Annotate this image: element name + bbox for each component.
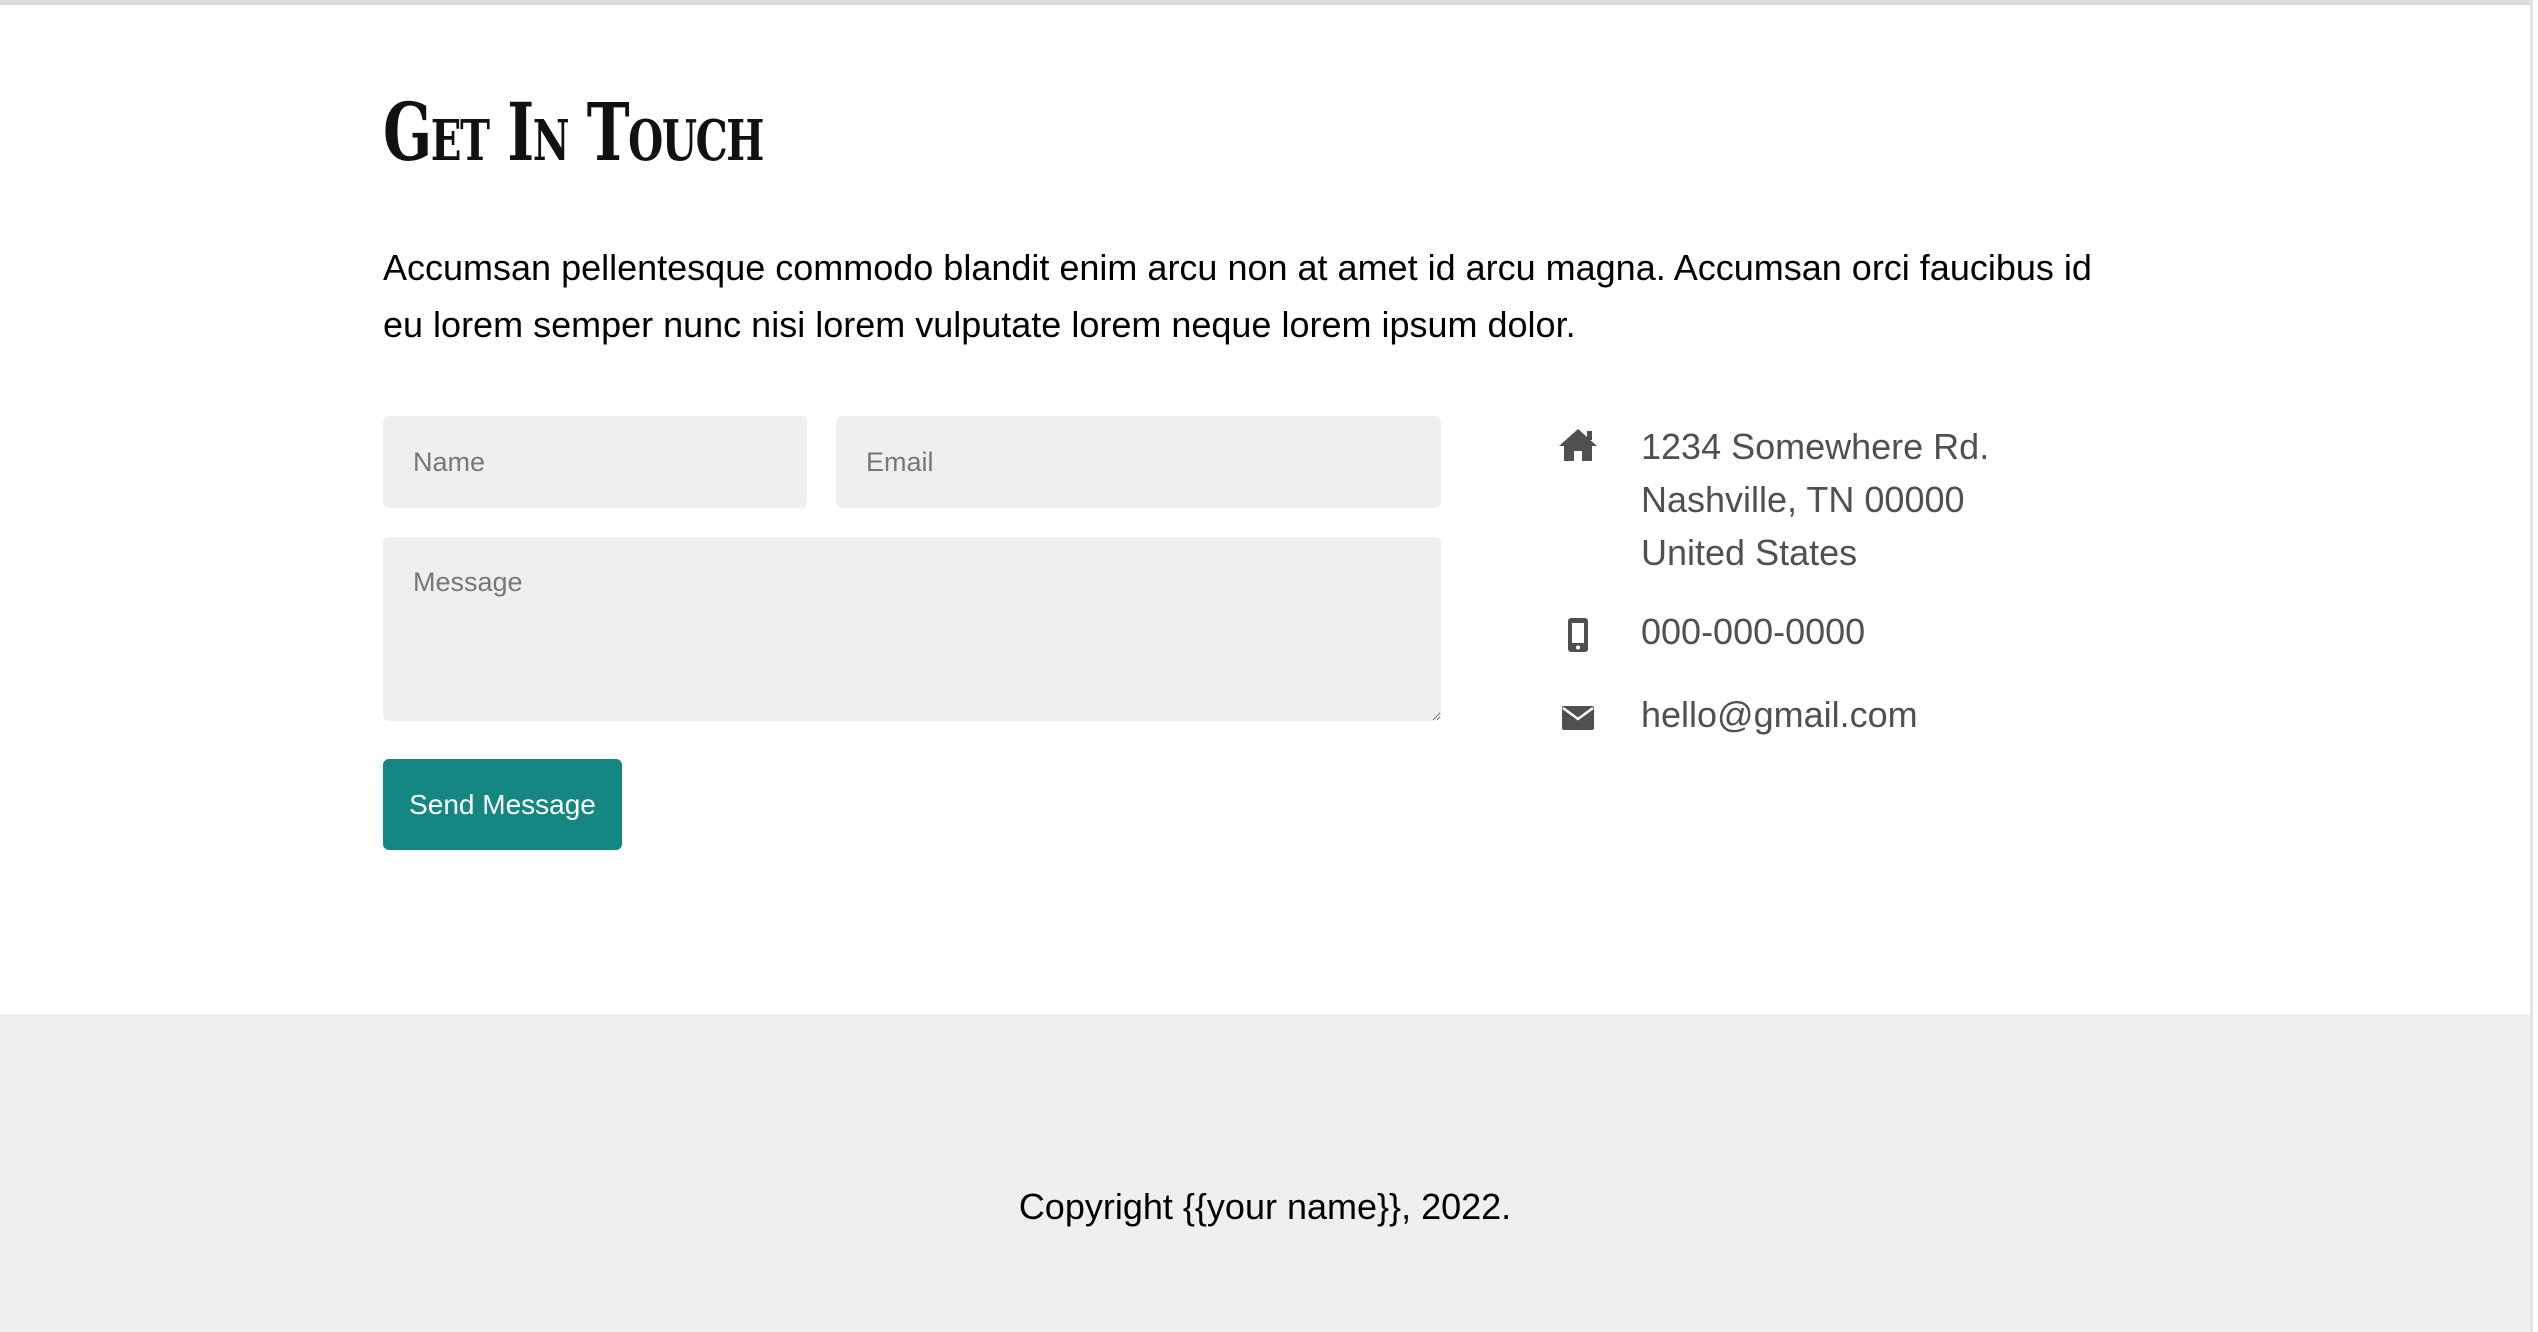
email-address: hello@gmail.com — [1641, 694, 1918, 735]
intro-paragraph: Accumsan pellentesque commodo blandit en… — [383, 247, 2092, 345]
email-input[interactable] — [836, 416, 1441, 508]
send-message-button[interactable]: Send Message — [383, 759, 622, 850]
copyright-text: Copyright {{your name}}, 2022. — [1018, 1186, 1512, 1227]
address-line: Nashville, TN 00000 — [1641, 479, 1965, 520]
address-line: 1234 Somewhere Rd. — [1641, 426, 1990, 467]
page-title: Get In Touch — [383, 85, 764, 179]
window-edge — [2530, 0, 2533, 1332]
address-line: United States — [1641, 532, 1858, 573]
envelope-icon — [1558, 698, 1598, 738]
contact-section: Get In Touch Accumsan pellentesque commo… — [0, 5, 2530, 1014]
home-icon — [1558, 425, 1598, 465]
message-textarea[interactable] — [383, 537, 1441, 721]
name-input[interactable] — [383, 416, 807, 508]
footer: Copyright {{your name}}, 2022. — [0, 1014, 2530, 1332]
mobile-phone-icon — [1558, 615, 1598, 655]
phone-number: 000-000-0000 — [1641, 611, 1866, 652]
